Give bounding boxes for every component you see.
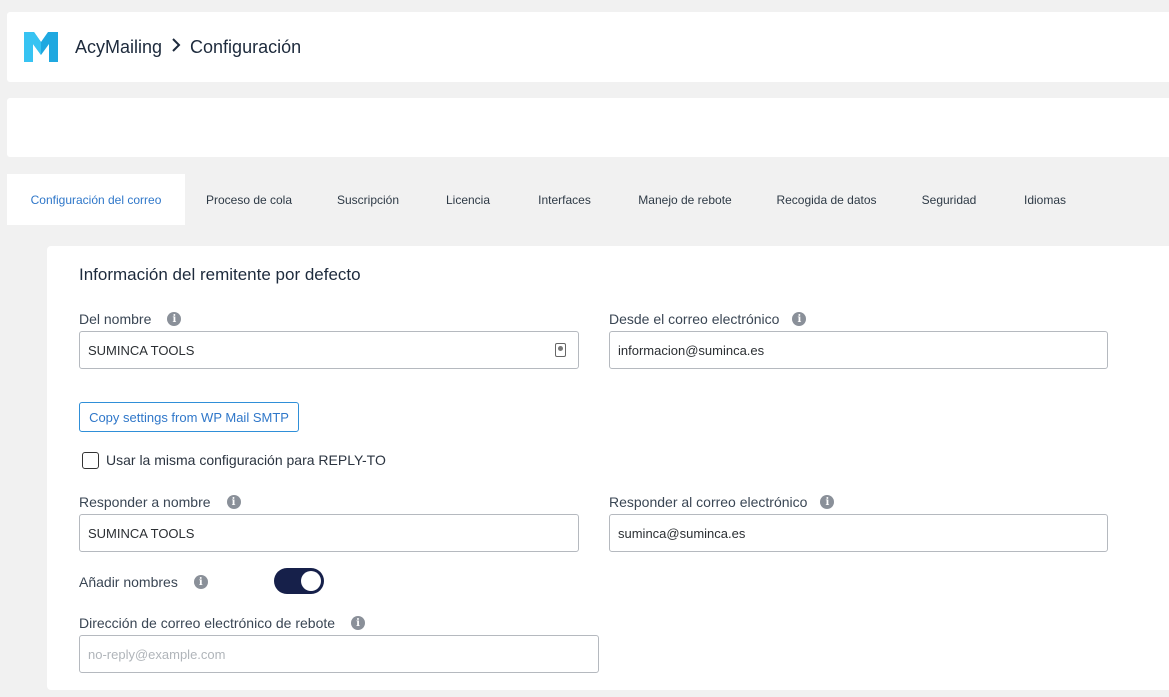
- from-email-label: Desde el correo electrónico i: [609, 311, 807, 327]
- contact-card-icon[interactable]: [555, 343, 566, 357]
- tab-interfaces[interactable]: Interfaces: [513, 174, 616, 225]
- reply-email-input[interactable]: suminca@suminca.es: [609, 514, 1108, 552]
- tab-mail-config[interactable]: Configuración del correo: [7, 174, 185, 225]
- reply-email-label: Responder al correo electrónico i: [609, 494, 835, 510]
- tab-queue-process[interactable]: Proceso de cola: [185, 174, 313, 225]
- add-names-toggle[interactable]: [274, 568, 324, 594]
- reply-name-value: SUMINCA TOOLS: [88, 525, 195, 541]
- add-names-label: Añadir nombres i: [79, 574, 208, 590]
- toolbar-area: [7, 98, 1169, 157]
- tab-bounce-handling[interactable]: Manejo de rebote: [616, 174, 754, 225]
- from-name-value: SUMINCA TOOLS: [88, 342, 195, 358]
- info-icon[interactable]: i: [792, 312, 807, 326]
- add-names-label-text: Añadir nombres: [79, 574, 178, 590]
- tab-license[interactable]: Licencia: [423, 174, 513, 225]
- tab-data-collection[interactable]: Recogida de datos: [754, 174, 899, 225]
- from-email-value: informacion@suminca.es: [618, 342, 765, 358]
- bounce-email-label-text: Dirección de correo electrónico de rebot…: [79, 615, 336, 631]
- page-header: AcyMailing Configuración: [7, 12, 1169, 82]
- reply-name-label-text: Responder a nombre: [79, 494, 211, 510]
- config-tabs: Configuración del correo Proceso de cola…: [7, 174, 1169, 225]
- same-replyto-label[interactable]: Usar la misma configuración para REPLY-T…: [106, 452, 386, 468]
- tab-languages[interactable]: Idiomas: [999, 174, 1091, 225]
- from-name-label-text: Del nombre: [79, 311, 152, 327]
- info-icon[interactable]: i: [167, 312, 182, 326]
- tab-security[interactable]: Seguridad: [899, 174, 999, 225]
- info-icon[interactable]: i: [226, 495, 241, 509]
- info-icon[interactable]: i: [193, 575, 208, 589]
- reply-email-label-text: Responder al correo electrónico: [609, 494, 808, 510]
- bounce-email-input[interactable]: no-reply@example.com: [79, 635, 599, 673]
- bounce-email-placeholder: no-reply@example.com: [88, 646, 226, 662]
- chevron-right-icon: [171, 37, 181, 57]
- same-replyto-checkbox[interactable]: [82, 452, 99, 469]
- breadcrumb-app[interactable]: AcyMailing: [75, 37, 162, 58]
- from-email-input[interactable]: informacion@suminca.es: [609, 331, 1108, 369]
- acymailing-logo-icon[interactable]: [22, 28, 60, 66]
- copy-settings-button[interactable]: Copy settings from WP Mail SMTP: [79, 402, 299, 432]
- info-icon[interactable]: i: [351, 616, 366, 630]
- reply-email-value: suminca@suminca.es: [618, 525, 746, 541]
- from-name-label: Del nombre i: [79, 311, 182, 327]
- bounce-email-label: Dirección de correo electrónico de rebot…: [79, 615, 366, 631]
- from-name-input[interactable]: SUMINCA TOOLS: [79, 331, 579, 369]
- section-title: Información del remitente por defecto: [79, 265, 361, 284]
- info-icon[interactable]: i: [820, 495, 835, 509]
- reply-name-input[interactable]: SUMINCA TOOLS: [79, 514, 579, 552]
- toggle-knob: [301, 571, 321, 591]
- tab-subscription[interactable]: Suscripción: [313, 174, 423, 225]
- breadcrumb-page: Configuración: [190, 36, 302, 57]
- from-email-label-text: Desde el correo electrónico: [609, 311, 780, 327]
- reply-name-label: Responder a nombre i: [79, 494, 241, 510]
